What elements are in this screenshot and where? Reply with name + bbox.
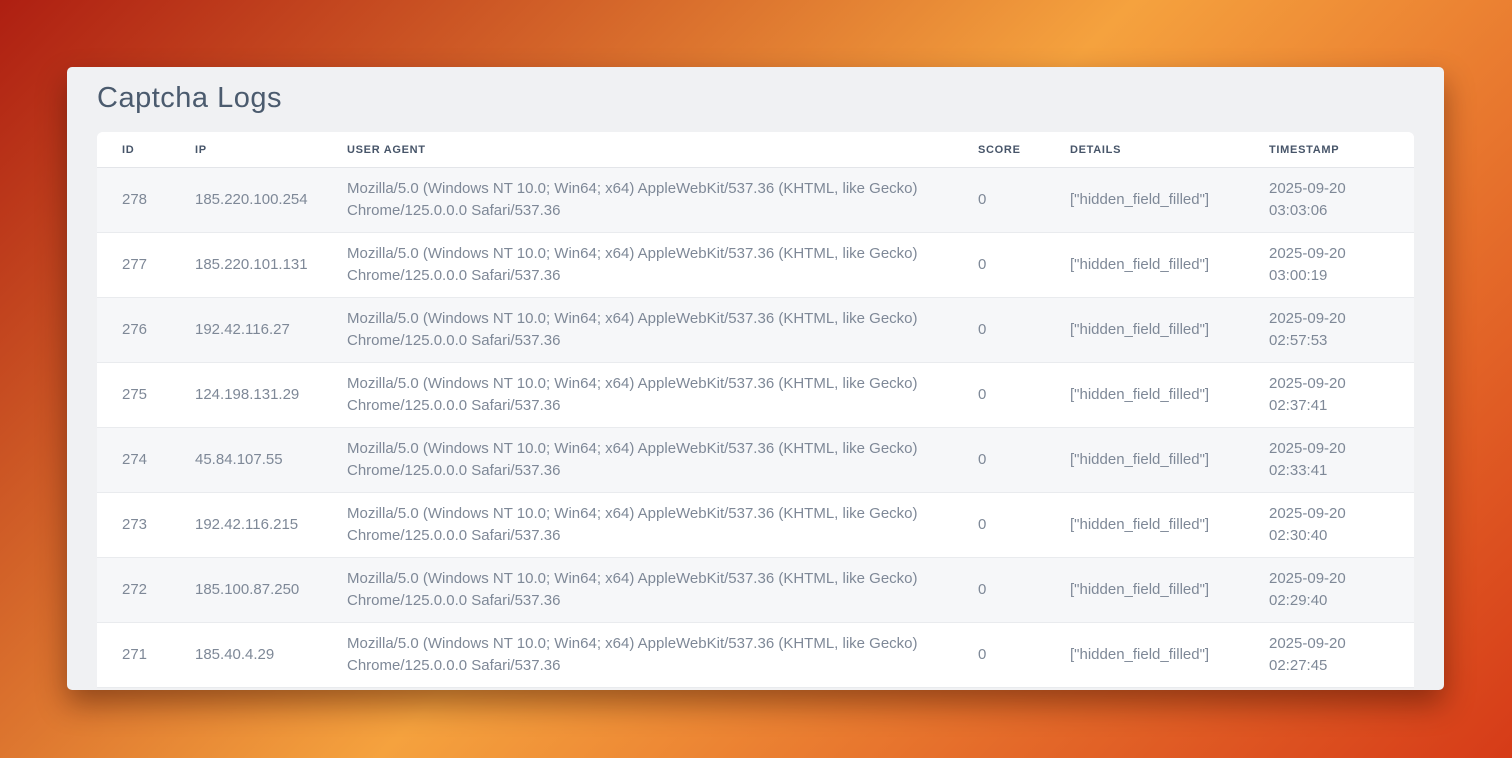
cell-score: 0 (978, 233, 1070, 298)
column-header-user-agent: USER AGENT (347, 132, 978, 168)
page-title: Captcha Logs (97, 67, 1414, 115)
cell-ip: 192.42.116.215 (195, 493, 347, 558)
cell-details: ["hidden_field_filled"] (1070, 363, 1269, 428)
cell-id: 276 (97, 298, 195, 363)
cell-user-agent: Mozilla/5.0 (Windows NT 10.0; Win64; x64… (347, 363, 978, 428)
cell-user-agent: Mozilla/5.0 (Windows NT 10.0; Win64; x64… (347, 623, 978, 688)
column-header-id: ID (97, 132, 195, 168)
table-row: 272 185.100.87.250 Mozilla/5.0 (Windows … (97, 558, 1414, 623)
cell-ip: 185.40.4.29 (195, 623, 347, 688)
table-row: 276 192.42.116.27 Mozilla/5.0 (Windows N… (97, 298, 1414, 363)
cell-score: 0 (978, 168, 1070, 233)
cell-id: 271 (97, 623, 195, 688)
cell-id: 274 (97, 428, 195, 493)
cell-user-agent: Mozilla/5.0 (Windows NT 10.0; Win64; x64… (347, 298, 978, 363)
cell-ip: 185.220.100.254 (195, 168, 347, 233)
cell-details: ["hidden_field_filled"] (1070, 428, 1269, 493)
table-row: 278 185.220.100.254 Mozilla/5.0 (Windows… (97, 168, 1414, 233)
cell-timestamp: 2025-09-20 03:03:06 (1269, 168, 1414, 233)
table-row: 275 124.198.131.29 Mozilla/5.0 (Windows … (97, 363, 1414, 428)
captcha-logs-table: ID IP USER AGENT SCORE DETAILS TIMESTAMP… (97, 132, 1414, 688)
cell-details: ["hidden_field_filled"] (1070, 233, 1269, 298)
cell-ip: 185.220.101.131 (195, 233, 347, 298)
cell-id: 278 (97, 168, 195, 233)
table-row: 273 192.42.116.215 Mozilla/5.0 (Windows … (97, 493, 1414, 558)
cell-ip: 45.84.107.55 (195, 428, 347, 493)
cell-score: 0 (978, 363, 1070, 428)
cell-ip: 124.198.131.29 (195, 363, 347, 428)
cell-score: 0 (978, 428, 1070, 493)
table-header-row: ID IP USER AGENT SCORE DETAILS TIMESTAMP (97, 132, 1414, 168)
cell-id: 277 (97, 233, 195, 298)
column-header-timestamp: TIMESTAMP (1269, 132, 1414, 168)
cell-timestamp: 2025-09-20 02:33:41 (1269, 428, 1414, 493)
column-header-details: DETAILS (1070, 132, 1269, 168)
cell-user-agent: Mozilla/5.0 (Windows NT 10.0; Win64; x64… (347, 428, 978, 493)
cell-score: 0 (978, 298, 1070, 363)
cell-details: ["hidden_field_filled"] (1070, 558, 1269, 623)
cell-user-agent: Mozilla/5.0 (Windows NT 10.0; Win64; x64… (347, 233, 978, 298)
cell-ip: 185.100.87.250 (195, 558, 347, 623)
table-body: 278 185.220.100.254 Mozilla/5.0 (Windows… (97, 168, 1414, 688)
cell-timestamp: 2025-09-20 02:27:45 (1269, 623, 1414, 688)
cell-details: ["hidden_field_filled"] (1070, 168, 1269, 233)
column-header-ip: IP (195, 132, 347, 168)
cell-user-agent: Mozilla/5.0 (Windows NT 10.0; Win64; x64… (347, 558, 978, 623)
cell-user-agent: Mozilla/5.0 (Windows NT 10.0; Win64; x64… (347, 493, 978, 558)
cell-id: 272 (97, 558, 195, 623)
cell-score: 0 (978, 493, 1070, 558)
cell-details: ["hidden_field_filled"] (1070, 298, 1269, 363)
cell-details: ["hidden_field_filled"] (1070, 623, 1269, 688)
captcha-logs-card: Captcha Logs ID IP USER AGENT SCORE DETA… (67, 67, 1444, 690)
cell-id: 273 (97, 493, 195, 558)
cell-timestamp: 2025-09-20 02:29:40 (1269, 558, 1414, 623)
column-header-score: SCORE (978, 132, 1070, 168)
cell-timestamp: 2025-09-20 02:30:40 (1269, 493, 1414, 558)
cell-user-agent: Mozilla/5.0 (Windows NT 10.0; Win64; x64… (347, 168, 978, 233)
cell-timestamp: 2025-09-20 02:57:53 (1269, 298, 1414, 363)
cell-score: 0 (978, 623, 1070, 688)
table-header: ID IP USER AGENT SCORE DETAILS TIMESTAMP (97, 132, 1414, 168)
table-row: 271 185.40.4.29 Mozilla/5.0 (Windows NT … (97, 623, 1414, 688)
cell-id: 275 (97, 363, 195, 428)
cell-score: 0 (978, 558, 1070, 623)
table-row: 277 185.220.101.131 Mozilla/5.0 (Windows… (97, 233, 1414, 298)
cell-details: ["hidden_field_filled"] (1070, 493, 1269, 558)
table-row: 274 45.84.107.55 Mozilla/5.0 (Windows NT… (97, 428, 1414, 493)
cell-timestamp: 2025-09-20 02:37:41 (1269, 363, 1414, 428)
cell-ip: 192.42.116.27 (195, 298, 347, 363)
cell-timestamp: 2025-09-20 03:00:19 (1269, 233, 1414, 298)
